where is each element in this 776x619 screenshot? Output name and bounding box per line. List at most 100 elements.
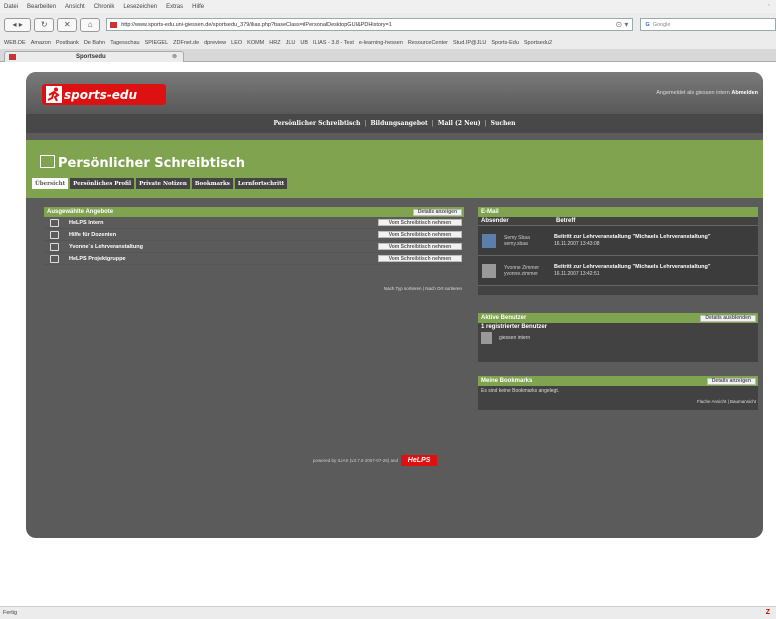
back-forward-button[interactable]: ◂ ▸ [4, 17, 32, 32]
search-placeholder: Google [652, 21, 671, 28]
list-item[interactable]: HeLPS Intern Vom Schreibtisch nehmen [44, 217, 464, 229]
tab-notes[interactable]: Private Notizen [136, 178, 190, 189]
table-row[interactable]: Yvonne Zimmer yvonne.zimmer Beitritt zur… [478, 256, 758, 286]
logout-link[interactable]: Abmelden [731, 90, 758, 96]
logo-text: sports-edu [64, 87, 138, 102]
bookmarks-toolbar: WEB.DE Amazon Postbank De Bahn Tagesscha… [0, 36, 776, 49]
list-item[interactable]: Hilfe für Dozenten Vom Schreibtisch nehm… [44, 229, 464, 241]
site-logo[interactable]: sports-edu [42, 84, 166, 105]
bookmark-item[interactable]: De Bahn [84, 40, 105, 46]
list-item: giessen intern [478, 331, 758, 345]
tab-profile[interactable]: Persönliches Profil [70, 178, 135, 189]
logged-in-text: Angemeldet als giessen intern [656, 90, 730, 96]
list-item[interactable]: HeLPS Projektgruppe Vom Schreibtisch neh… [44, 253, 464, 265]
offer-label[interactable]: HeLPS Intern [69, 220, 104, 226]
remove-from-desktop-button[interactable]: Vom Schreibtisch nehmen [378, 255, 462, 262]
offers-panel: Ausgewählte Angebote Details anzeigen He… [44, 207, 464, 293]
powered-by-text[interactable]: powered by ILIAS (v3.7.9 2007-07-26) and [313, 458, 398, 463]
bookmarks-panel: Meine Bookmarks Details anzeigen Es sind… [478, 376, 758, 410]
user-name[interactable]: giessen intern [499, 335, 530, 341]
menu-extras[interactable]: Extras [166, 4, 183, 10]
bookmark-item[interactable]: ResourceCenter [408, 40, 448, 46]
bookmark-item[interactable]: Stud.IP@JLU [453, 40, 486, 46]
nav-mail[interactable]: Mail (2 Neu) [438, 120, 481, 127]
col-sender: Absender [481, 218, 509, 224]
offers-details-button[interactable]: Details anzeigen [412, 208, 462, 216]
table-row[interactable]: Semy Sbaa semy.sbaa Beitritt zur Lehrver… [478, 226, 758, 256]
bookmark-item[interactable]: e-learning-hessen [359, 40, 403, 46]
bookmark-item[interactable]: dpreview [204, 40, 226, 46]
browser-tab[interactable]: Sportsedu ⊗ [4, 51, 184, 62]
zotero-icon[interactable]: Z [766, 609, 770, 616]
login-status: Angemeldet als giessen intern Abmelden [656, 90, 758, 96]
bookmark-item[interactable]: Sports-Edu [491, 40, 519, 46]
bookmarks-title: Meine Bookmarks [481, 378, 533, 384]
remove-from-desktop-button[interactable]: Vom Schreibtisch nehmen [378, 219, 462, 226]
bookmark-item[interactable]: LEO [231, 40, 242, 46]
url-text: http://www.sports-edu.uni-giessen.de/spo… [121, 21, 392, 28]
subject-text[interactable]: Beitritt zur Lehrveranstaltung "Michaels… [554, 234, 711, 240]
favicon-icon [110, 22, 118, 28]
avatar [482, 233, 496, 248]
go-icon[interactable]: ⊙ ▾ [615, 20, 628, 29]
group-icon [50, 254, 59, 263]
reload-icon[interactable]: ↻ [34, 17, 55, 32]
bookmarks-details-button[interactable]: Details anzeigen [706, 377, 756, 385]
list-item[interactable]: Yvonne´s Lehrveranstaltung Vom Schreibti… [44, 241, 464, 253]
bookmark-item[interactable]: HRZ [269, 40, 280, 46]
remove-from-desktop-button[interactable]: Vom Schreibtisch nehmen [378, 231, 462, 238]
mail-subject[interactable]: Beitritt zur Lehrveranstaltung "Michaels… [554, 234, 758, 247]
menu-chronik[interactable]: Chronik [94, 4, 115, 10]
offers-header: Ausgewählte Angebote Details anzeigen [44, 207, 464, 217]
bookmark-item[interactable]: ILIAS - 3.8 - Test [313, 40, 354, 46]
offer-label[interactable]: Hilfe für Dozenten [69, 232, 116, 238]
search-input[interactable]: G Google [640, 18, 776, 31]
bookmark-item[interactable]: Sportsedu2 [524, 40, 552, 46]
site-footer: powered by ILIAS (v3.7.9 2007-07-26) and… [313, 455, 438, 466]
bookmark-item[interactable]: ZDFnet.de [173, 40, 199, 46]
stop-icon[interactable]: ✕ [57, 17, 78, 32]
mail-sender: Yvonne Zimmer yvonne.zimmer [504, 265, 554, 277]
col-subject: Betreff [556, 218, 576, 224]
bookmark-item[interactable]: Postbank [56, 40, 79, 46]
bookmark-item[interactable]: WEB.DE [4, 40, 26, 46]
offer-label[interactable]: HeLPS Projektgruppe [69, 256, 126, 262]
tab-bookmarks[interactable]: Bookmarks [191, 178, 233, 189]
status-text: Fertig [3, 610, 18, 616]
bookmarks-header: Meine Bookmarks Details anzeigen [478, 376, 758, 386]
bookmark-item[interactable]: SPIEGEL [145, 40, 169, 46]
offer-label[interactable]: Yvonne´s Lehrveranstaltung [69, 244, 143, 250]
menu-lesezeichen[interactable]: Lesezeichen [123, 4, 157, 10]
subtabs: Übersicht Persönliches Profil Private No… [32, 178, 288, 189]
subject-text[interactable]: Beitritt zur Lehrveranstaltung "Michaels… [554, 264, 711, 270]
nav-courses[interactable]: Bildungsangebot [370, 120, 427, 127]
bookmark-view-links[interactable]: Flache Ansicht | Baumansicht [697, 399, 756, 404]
tab-close-icon[interactable]: ⊗ [172, 53, 177, 60]
mail-subject[interactable]: Beitritt zur Lehrveranstaltung "Michaels… [554, 264, 758, 277]
menu-datei[interactable]: Datei [4, 4, 18, 10]
bookmark-item[interactable]: KOMM [247, 40, 264, 46]
window-close-icon[interactable]: ◦ [768, 2, 770, 9]
tab-progress[interactable]: Lernfortschritt [234, 178, 288, 189]
remove-from-desktop-button[interactable]: Vom Schreibtisch nehmen [378, 243, 462, 250]
course-icon [50, 242, 59, 251]
users-details-button[interactable]: Details ausblenden [700, 314, 756, 322]
offers-title: Ausgewählte Angebote [47, 209, 114, 215]
nav-desktop[interactable]: Persönlicher Schreibtisch [273, 120, 360, 127]
tab-overview[interactable]: Übersicht [32, 178, 69, 189]
home-icon[interactable]: ⌂ [80, 17, 101, 32]
helps-logo[interactable]: HeLPS [401, 455, 438, 466]
bookmark-item[interactable]: UB [300, 40, 308, 46]
sort-links[interactable]: Nach Typ sortieren | Nach Ort sortieren [384, 286, 462, 291]
url-field[interactable]: http://www.sports-edu.uni-giessen.de/spo… [106, 18, 634, 31]
users-count: 1 registrierter Benutzer [481, 324, 548, 330]
bookmark-item[interactable]: JLU [286, 40, 296, 46]
nav-separator: | [364, 120, 367, 127]
bookmark-item[interactable]: Tagesschau [110, 40, 139, 46]
menu-ansicht[interactable]: Ansicht [65, 4, 85, 10]
menu-bearbeiten[interactable]: Bearbeiten [27, 4, 56, 10]
nav-search[interactable]: Suchen [491, 120, 516, 127]
menu-hilfe[interactable]: Hilfe [192, 4, 204, 10]
course-icon [50, 230, 59, 239]
bookmark-item[interactable]: Amazon [31, 40, 51, 46]
